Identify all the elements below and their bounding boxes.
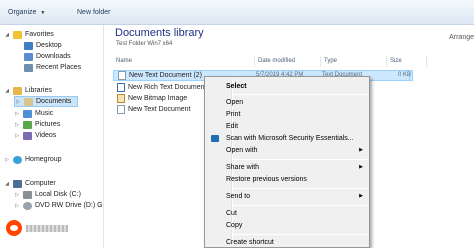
menu-create-shortcut[interactable]: Create shortcut [207, 237, 367, 248]
new-folder-button[interactable]: New folder [77, 9, 110, 16]
menu-restore-versions[interactable]: Restore previous versions [207, 174, 367, 185]
menu-cut[interactable]: Cut [207, 208, 367, 219]
column-size[interactable]: Size [387, 56, 427, 67]
arrange-by-label[interactable]: Arrange [449, 34, 474, 41]
file-name: New Rich Text Document [128, 84, 207, 91]
expand-icon[interactable]: ◢ [4, 88, 10, 94]
menu-send-to[interactable]: Send to ▶ [207, 191, 367, 202]
star-icon [13, 30, 22, 39]
nav-music[interactable]: ▷ Music [14, 108, 53, 119]
column-type[interactable]: Type [321, 56, 387, 67]
expand-icon[interactable]: ▷ [14, 203, 20, 209]
menu-print[interactable]: Print [207, 109, 367, 120]
expand-icon[interactable]: ◢ [4, 32, 10, 38]
menu-open[interactable]: Open [207, 97, 367, 108]
menu-edit[interactable]: Edit [207, 121, 367, 132]
expand-icon[interactable]: ◢ [4, 181, 10, 187]
expand-icon[interactable]: ▷ [4, 157, 10, 163]
nav-desktop[interactable]: Desktop [24, 40, 62, 51]
organize-button[interactable]: Organize ▼ [8, 9, 45, 16]
menu-select[interactable]: Select [207, 81, 367, 92]
navigation-pane: ◢ Favorites Desktop Downloads Recent Pla… [0, 25, 104, 248]
text-file-icon [118, 71, 126, 80]
nav-local-disk[interactable]: ▷ Local Disk (C:) [14, 189, 81, 200]
rich-text-file-icon [117, 83, 125, 92]
nav-documents[interactable]: ▷ Documents [14, 96, 79, 107]
organize-label: Organize [8, 9, 37, 16]
nav-favorites[interactable]: ◢ Favorites [4, 29, 54, 40]
documents-icon [24, 97, 33, 106]
videos-icon [23, 131, 32, 140]
music-icon [23, 109, 32, 118]
submenu-arrow-icon: ▶ [359, 193, 363, 199]
nav-libraries[interactable]: ◢ Libraries [4, 85, 52, 96]
computer-icon [13, 179, 22, 188]
nav-homegroup[interactable]: ▷ Homegroup [4, 154, 62, 165]
nav-dvd-drive[interactable]: ▷ DVD RW Drive (D:) G [14, 200, 103, 211]
nav-recent-places[interactable]: Recent Places [24, 62, 81, 73]
nav-pictures[interactable]: ▷ Pictures [14, 119, 60, 130]
menu-separator [233, 234, 367, 235]
file-size: 0 KB [397, 72, 411, 78]
file-name: New Text Document [128, 106, 191, 113]
column-name[interactable]: Name [113, 56, 255, 67]
desktop-icon [24, 41, 33, 50]
context-menu: Select Open Print Edit Scan with Microso… [204, 76, 370, 248]
command-bar: Organize ▼ New folder [0, 0, 474, 25]
libraries-icon [13, 86, 22, 95]
file-name: New Text Document (2) [129, 72, 203, 79]
security-essentials-icon [211, 135, 219, 142]
menu-separator [233, 188, 367, 189]
expand-icon[interactable]: ▷ [14, 111, 20, 117]
expand-icon[interactable]: ▷ [15, 99, 21, 105]
text-file-icon [117, 105, 125, 114]
reddit-logo-icon [6, 220, 22, 236]
homegroup-icon [13, 155, 22, 164]
nav-videos[interactable]: ▷ Videos [14, 130, 56, 141]
file-name: New Bitmap Image [128, 95, 188, 102]
library-subtitle[interactable]: Test Folder Win7 x64 [116, 41, 172, 47]
new-folder-label: New folder [77, 9, 111, 16]
expand-icon[interactable]: ▷ [14, 192, 20, 198]
recent-places-icon [24, 63, 33, 72]
downloads-icon [24, 52, 33, 61]
menu-copy[interactable]: Copy [207, 220, 367, 231]
dvd-icon [23, 201, 32, 210]
nav-computer[interactable]: ◢ Computer [4, 178, 56, 189]
chevron-down-icon: ▼ [40, 9, 46, 16]
menu-separator [233, 94, 367, 95]
menu-scan[interactable]: Scan with Microsoft Security Essentials.… [207, 133, 367, 144]
nav-downloads[interactable]: Downloads [24, 51, 71, 62]
menu-separator [233, 205, 367, 206]
submenu-arrow-icon: ▶ [359, 164, 363, 170]
menu-share-with[interactable]: Share with ▶ [207, 162, 367, 173]
bitmap-file-icon [117, 94, 125, 103]
expand-icon[interactable]: ▷ [14, 122, 20, 128]
menu-open-with[interactable]: Open with ▶ [207, 145, 367, 156]
expand-icon[interactable]: ▷ [14, 133, 20, 139]
column-date-modified[interactable]: Date modified [255, 56, 321, 67]
drive-icon [23, 190, 32, 199]
watermark-text [26, 225, 68, 232]
menu-separator [233, 159, 367, 160]
pictures-icon [23, 120, 32, 129]
submenu-arrow-icon: ▶ [359, 147, 363, 153]
library-title: Documents library [115, 27, 204, 39]
